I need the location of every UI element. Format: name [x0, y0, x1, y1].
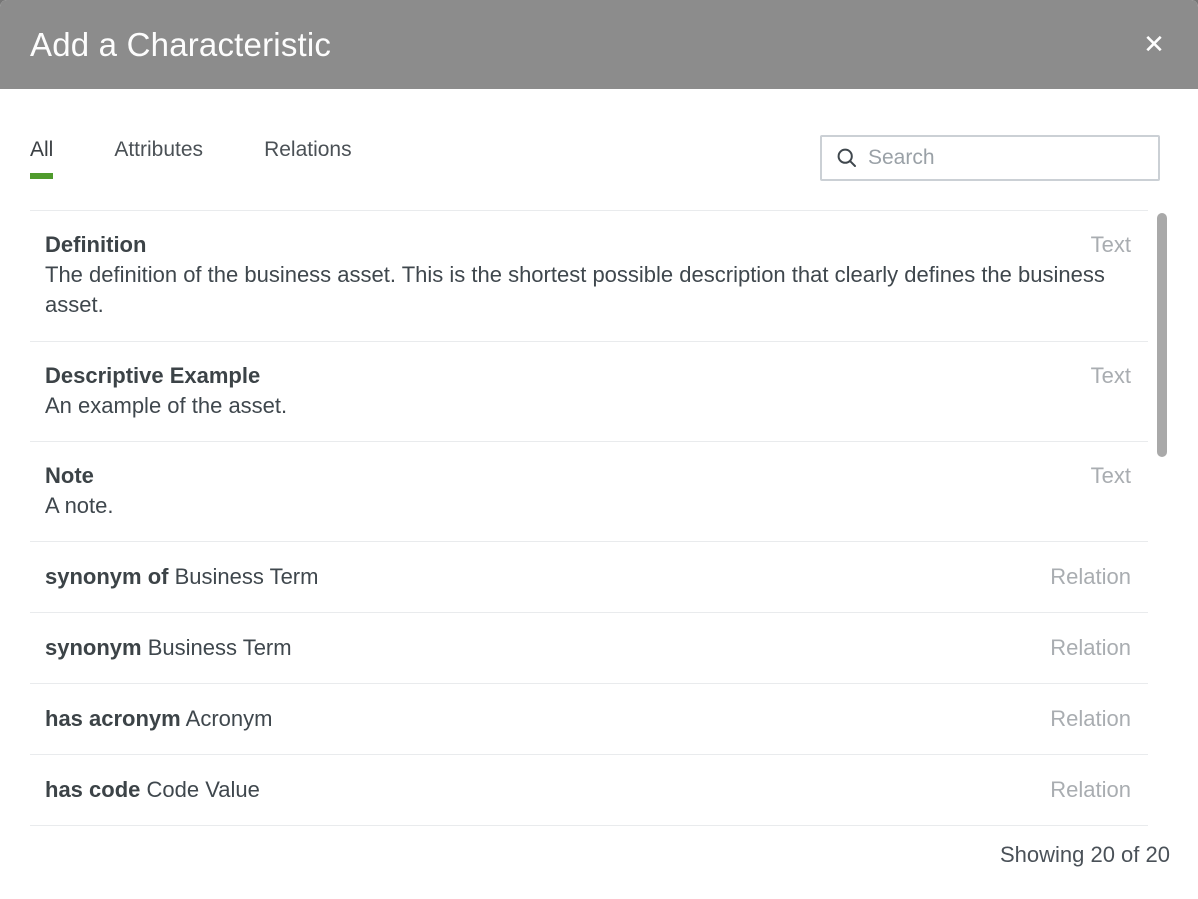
dialog-header: Add a Characteristic ✕ [0, 0, 1198, 89]
scrollbar-thumb[interactable] [1157, 213, 1167, 457]
item-type-badge: Text [1091, 230, 1131, 260]
result-count: Showing 20 of 20 [0, 826, 1198, 870]
item-name: Definition [45, 230, 146, 260]
item-type-badge: Text [1091, 461, 1131, 491]
relation-target: Code Value [147, 777, 260, 802]
relation-target: Acronym [186, 706, 273, 731]
relation-target: Business Term [148, 635, 292, 660]
list-item-descriptive-example[interactable]: Descriptive Example Text An example of t… [30, 342, 1148, 442]
tab-bar: All Attributes Relations [30, 135, 352, 179]
relation-name: has code [45, 777, 140, 802]
relation-target: Business Term [175, 564, 319, 589]
item-description: An example of the asset. [45, 391, 1125, 421]
add-characteristic-dialog: Add a Characteristic ✕ All Attributes Re… [0, 0, 1198, 899]
list-item-has-acronym[interactable]: has acronym Acronym Relation [30, 684, 1148, 755]
item-type-badge: Relation [1050, 704, 1131, 734]
item-type-badge: Relation [1050, 633, 1131, 663]
item-description: The definition of the business asset. Th… [45, 260, 1125, 320]
list-item-synonym[interactable]: synonym Business Term Relation [30, 613, 1148, 684]
search-input[interactable] [868, 146, 1146, 170]
item-description: A note. [45, 491, 1125, 521]
search-box[interactable] [820, 135, 1160, 181]
relation-name: synonym [45, 635, 142, 660]
modal-overlay: Add a Characteristic ✕ All Attributes Re… [0, 0, 1198, 899]
item-type-badge: Relation [1050, 775, 1131, 805]
characteristic-list: Definition Text The definition of the bu… [30, 210, 1148, 826]
item-type-badge: Relation [1050, 562, 1131, 592]
close-button[interactable]: ✕ [1133, 24, 1175, 66]
search-icon [836, 147, 858, 169]
list-item-definition[interactable]: Definition Text The definition of the bu… [30, 211, 1148, 342]
list-item-note[interactable]: Note Text A note. [30, 442, 1148, 542]
tab-attributes[interactable]: Attributes [114, 135, 203, 179]
toolbar: All Attributes Relations [30, 135, 1160, 181]
list-item-synonym-of[interactable]: synonym of Business Term Relation [30, 542, 1148, 613]
tab-all[interactable]: All [30, 135, 53, 179]
list-item-has-code[interactable]: has code Code Value Relation [30, 755, 1148, 826]
close-icon: ✕ [1143, 30, 1165, 60]
item-name: Descriptive Example [45, 361, 260, 391]
relation-name: synonym of [45, 564, 168, 589]
dialog-title: Add a Characteristic [30, 26, 331, 64]
item-type-badge: Text [1091, 361, 1131, 391]
item-name: Note [45, 461, 94, 491]
tab-relations[interactable]: Relations [264, 135, 352, 179]
relation-name: has acronym [45, 706, 181, 731]
